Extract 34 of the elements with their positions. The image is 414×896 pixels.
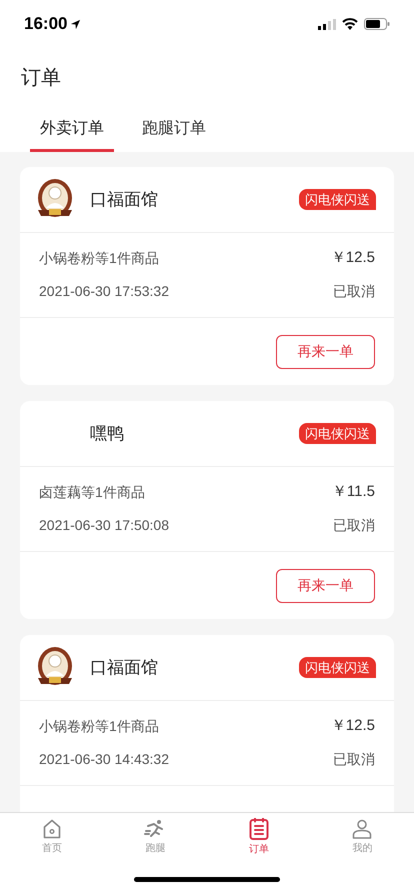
nav-tab[interactable]: 跑腿 <box>104 813 207 862</box>
order-status: 已取消 <box>333 282 375 301</box>
order-time: 2021-06-30 14:43:32 <box>39 750 169 769</box>
order-price: ￥11.5 <box>332 482 375 502</box>
store-name[interactable]: 嘿鸭 <box>90 420 299 446</box>
nav-tab[interactable]: 订单 <box>207 813 310 862</box>
order-status: 已取消 <box>333 750 375 769</box>
order-tab[interactable]: 跑腿订单 <box>122 108 226 152</box>
wifi-icon <box>342 18 358 30</box>
delivery-badge: 闪电侠闪送 <box>299 422 376 444</box>
order-time: 2021-06-30 17:50:08 <box>39 516 169 535</box>
store-name[interactable]: 口福面馆 <box>90 186 299 212</box>
signal-icon <box>318 18 336 30</box>
person-icon <box>352 819 372 839</box>
status-time: 16:00 <box>24 13 68 36</box>
order-items: 卤莲藕等1件商品 <box>39 483 145 502</box>
order-items: 小锅卷粉等1件商品 <box>39 717 159 736</box>
order-list-icon <box>248 818 269 840</box>
order-time: 2021-06-30 17:53:32 <box>39 282 169 301</box>
home-icon <box>42 819 61 839</box>
delivery-badge: 闪电侠闪送 <box>299 188 376 210</box>
reorder-button[interactable]: 再来一单 <box>276 334 375 368</box>
page-title: 订单 <box>21 66 61 91</box>
location-icon <box>70 18 82 30</box>
order-status: 已取消 <box>333 516 375 535</box>
order-price: ￥12.5 <box>330 716 375 736</box>
order-items: 小锅卷粉等1件商品 <box>39 249 159 268</box>
delivery-badge: 闪电侠闪送 <box>299 656 376 678</box>
order-price: ￥12.5 <box>330 248 375 268</box>
nav-tab[interactable]: 首页 <box>0 813 104 862</box>
nav-tab[interactable]: 我的 <box>310 813 414 862</box>
store-name[interactable]: 口福面馆 <box>90 654 299 680</box>
reorder-button[interactable]: 再来一单 <box>276 568 375 602</box>
battery-icon <box>364 18 390 30</box>
